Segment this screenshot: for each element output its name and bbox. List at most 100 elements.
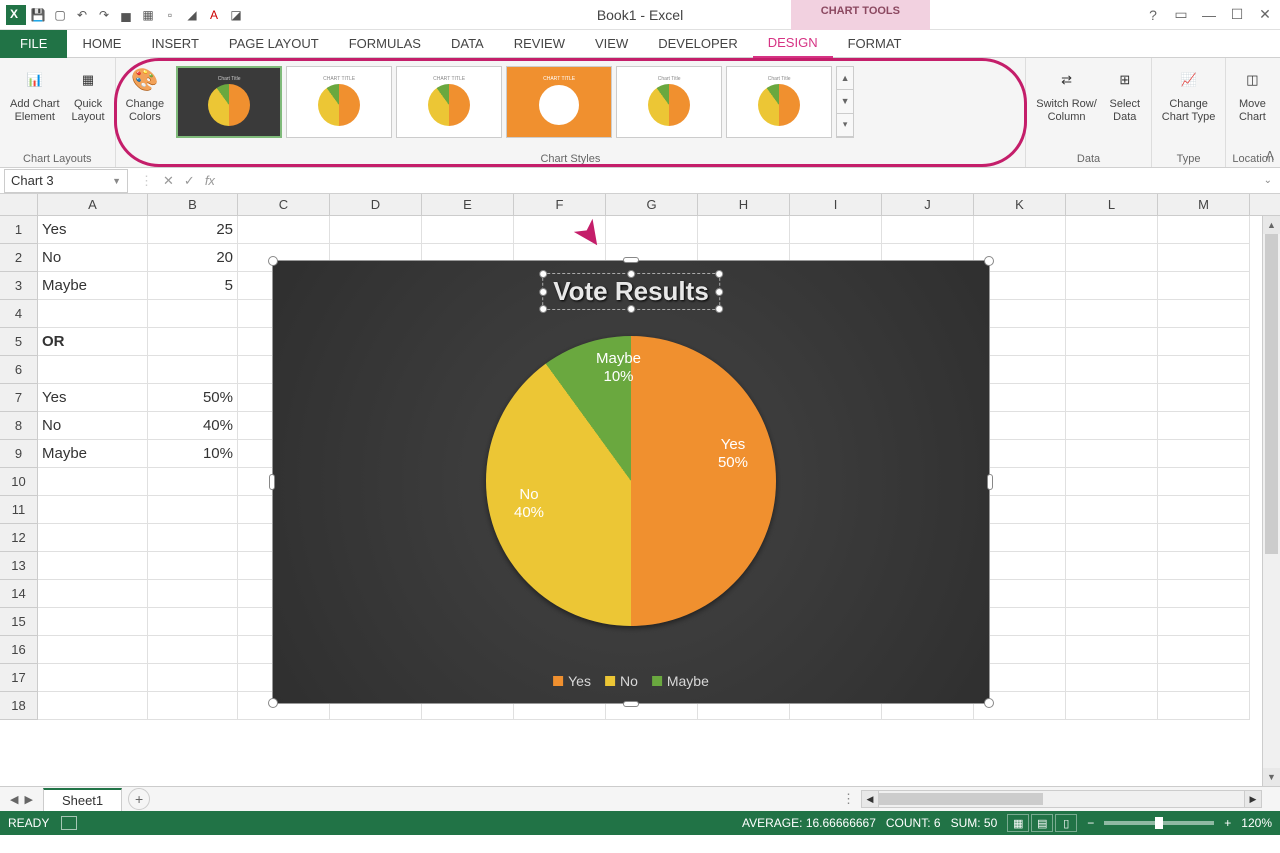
hscroll-thumb[interactable] [879, 793, 1043, 805]
help-icon[interactable]: ? [1144, 7, 1162, 23]
cell[interactable] [1158, 356, 1250, 384]
select-all-corner[interactable] [0, 194, 38, 215]
cell[interactable] [974, 216, 1066, 244]
cell[interactable] [38, 356, 148, 384]
hscroll-left-icon[interactable]: ◀ [861, 790, 879, 808]
cell[interactable] [148, 692, 238, 720]
scroll-split-icon[interactable]: ⋮ [842, 791, 855, 807]
cell[interactable] [1158, 300, 1250, 328]
cell[interactable] [1158, 524, 1250, 552]
column-header[interactable]: B [148, 194, 238, 215]
row-header[interactable]: 8 [0, 412, 38, 440]
cell[interactable] [148, 496, 238, 524]
select-data-button[interactable]: ⊞ Select Data [1105, 62, 1145, 126]
tab-review[interactable]: REVIEW [499, 30, 580, 58]
title-handle[interactable] [539, 270, 547, 278]
cell[interactable] [38, 580, 148, 608]
zoom-out-icon[interactable]: − [1087, 816, 1094, 830]
row-header[interactable]: 6 [0, 356, 38, 384]
cell[interactable] [1066, 496, 1158, 524]
chart-resize-handle[interactable] [984, 256, 994, 266]
column-header[interactable]: K [974, 194, 1066, 215]
title-handle[interactable] [715, 270, 723, 278]
row-header[interactable]: 18 [0, 692, 38, 720]
cell[interactable] [1158, 636, 1250, 664]
cell[interactable] [1158, 580, 1250, 608]
cell[interactable] [238, 216, 330, 244]
cell[interactable] [790, 216, 882, 244]
qat-clear-icon[interactable]: ◪ [226, 5, 246, 25]
cell[interactable] [1066, 328, 1158, 356]
cell[interactable] [1066, 468, 1158, 496]
cell[interactable] [38, 496, 148, 524]
styles-more-icon[interactable]: ▾ [837, 114, 853, 137]
tab-developer[interactable]: DEVELOPER [643, 30, 752, 58]
title-handle[interactable] [627, 270, 635, 278]
tab-insert[interactable]: INSERT [136, 30, 213, 58]
sheet-nav-next-icon[interactable]: ▶ [24, 793, 32, 806]
chart-resize-handle[interactable] [987, 474, 993, 490]
macro-record-icon[interactable] [61, 816, 77, 830]
chart-resize-handle[interactable] [268, 256, 278, 266]
cell[interactable] [38, 468, 148, 496]
cell[interactable] [148, 300, 238, 328]
cell[interactable] [1066, 608, 1158, 636]
cell[interactable] [1158, 412, 1250, 440]
cell[interactable] [1158, 468, 1250, 496]
cell[interactable] [148, 328, 238, 356]
view-normal-icon[interactable]: ▦ [1007, 814, 1029, 832]
cell[interactable]: 5 [148, 272, 238, 300]
add-sheet-button[interactable]: + [128, 788, 150, 810]
cell[interactable] [1066, 216, 1158, 244]
cell[interactable] [698, 216, 790, 244]
cell[interactable] [38, 300, 148, 328]
cell[interactable] [1158, 608, 1250, 636]
styles-scroll-up-icon[interactable]: ▲ [837, 67, 853, 90]
scroll-down-icon[interactable]: ▼ [1263, 768, 1280, 786]
view-page-break-icon[interactable]: ▯ [1055, 814, 1077, 832]
change-colors-button[interactable]: 🎨 Change Colors [122, 62, 169, 126]
row-header[interactable]: 15 [0, 608, 38, 636]
tab-page-layout[interactable]: PAGE LAYOUT [214, 30, 334, 58]
cell[interactable] [1066, 692, 1158, 720]
chart-resize-handle[interactable] [984, 698, 994, 708]
change-chart-type-button[interactable]: 📈 Change Chart Type [1158, 62, 1220, 126]
title-handle[interactable] [715, 305, 723, 313]
hscroll-right-icon[interactable]: ▶ [1244, 790, 1262, 808]
chart-object[interactable]: ➤ Vote Results Yes50% No40% Maybe10% [272, 260, 990, 704]
cell[interactable]: 20 [148, 244, 238, 272]
cell[interactable]: 10% [148, 440, 238, 468]
cell[interactable] [882, 216, 974, 244]
row-header[interactable]: 4 [0, 300, 38, 328]
enter-formula-icon[interactable]: ✓ [184, 173, 195, 189]
cell[interactable] [514, 216, 606, 244]
cell[interactable] [1066, 356, 1158, 384]
cell[interactable] [1066, 300, 1158, 328]
row-header[interactable]: 10 [0, 468, 38, 496]
cell[interactable] [1066, 384, 1158, 412]
redo-icon[interactable]: ↷ [94, 5, 114, 25]
qat-font-color-icon[interactable]: A [204, 5, 224, 25]
move-chart-button[interactable]: ◫ Move Chart [1232, 62, 1272, 126]
tab-design[interactable]: DESIGN [753, 30, 833, 58]
title-handle[interactable] [715, 288, 723, 296]
chart-resize-handle[interactable] [623, 257, 639, 263]
cell[interactable] [1066, 636, 1158, 664]
row-header[interactable]: 12 [0, 524, 38, 552]
cell[interactable] [1158, 496, 1250, 524]
add-chart-element-button[interactable]: 📊 Add Chart Element [6, 62, 64, 126]
column-header[interactable]: I [790, 194, 882, 215]
zoom-slider[interactable] [1104, 821, 1214, 825]
qat-border-icon[interactable]: ▫ [160, 5, 180, 25]
tab-home[interactable]: HOME [67, 30, 136, 58]
cell[interactable] [148, 664, 238, 692]
zoom-level[interactable]: 120% [1241, 816, 1272, 830]
scroll-up-icon[interactable]: ▲ [1263, 216, 1280, 234]
cell[interactable] [1158, 272, 1250, 300]
undo-icon[interactable]: ↶ [72, 5, 92, 25]
formula-input[interactable] [227, 169, 1256, 193]
cell[interactable] [38, 636, 148, 664]
chart-resize-handle[interactable] [269, 474, 275, 490]
row-header[interactable]: 11 [0, 496, 38, 524]
column-header[interactable]: G [606, 194, 698, 215]
